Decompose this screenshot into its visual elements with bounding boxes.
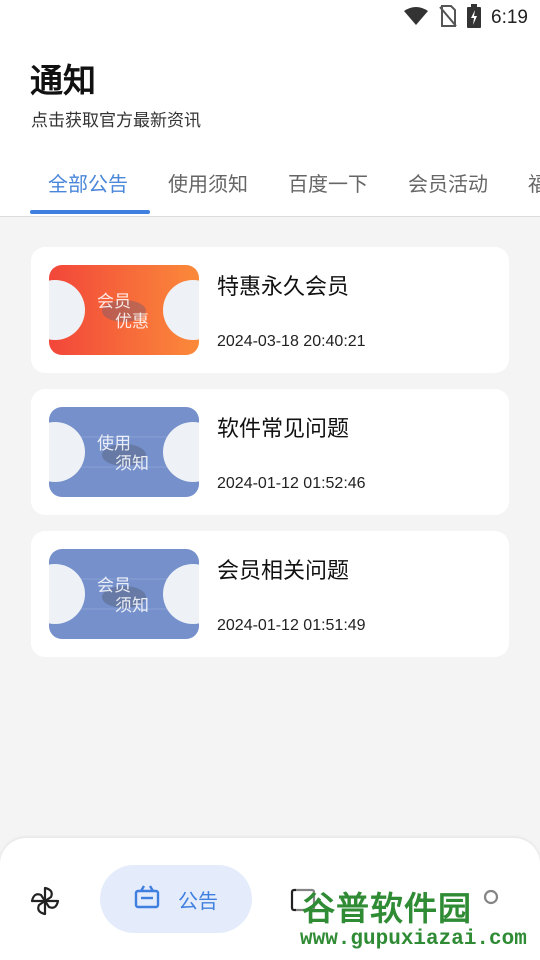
notice-thumbnail: 会员 须知 [49, 549, 199, 639]
page-title: 通知 [30, 61, 96, 100]
notice-date: 2024-03-18 20:40:21 [217, 333, 366, 350]
notice-card[interactable]: 使用 须知 软件常见问题 2024-01-12 01:52:46 [31, 389, 509, 515]
tab-member-activities[interactable]: 会员活动 [408, 168, 488, 197]
notice-card[interactable]: 会员 优惠 特惠永久会员 2024-03-18 20:40:21 [31, 247, 509, 373]
status-bar: 6:19 [403, 4, 528, 32]
watermark-logo: 谷普软件园 www.gupuxiazai.com [296, 882, 540, 956]
tab-welfare[interactable]: 福 [528, 168, 540, 197]
notice-title: 特惠永久会员 [217, 275, 350, 300]
notice-date: 2024-01-12 01:52:46 [217, 475, 366, 492]
tab-bar: 全部公告 使用须知 百度一下 会员活动 福 [0, 164, 540, 216]
notice-card[interactable]: 会员 须知 会员相关问题 2024-01-12 01:51:49 [31, 531, 509, 657]
thumbnail-text: 优惠 [115, 312, 149, 332]
notice-title: 会员相关问题 [217, 559, 350, 584]
notice-date: 2024-01-12 01:51:49 [217, 617, 366, 634]
tab-baidu[interactable]: 百度一下 [288, 168, 368, 197]
notice-thumbnail: 使用 须知 [49, 407, 199, 497]
thumbnail-text: 须知 [115, 454, 149, 474]
watermark-url: www.gupuxiazai.com [300, 928, 527, 951]
tab-all-notices[interactable]: 全部公告 [48, 168, 128, 197]
tab-usage-notes[interactable]: 使用须知 [168, 168, 248, 197]
battery-charging-icon [467, 4, 482, 32]
watermark-title: 谷普软件园 [302, 889, 472, 928]
notice-title: 软件常见问题 [217, 417, 350, 442]
thumbnail-text: 须知 [115, 596, 149, 616]
nav-tab-label: 公告 [178, 888, 218, 913]
notice-thumbnail: 会员 优惠 [49, 265, 199, 355]
status-time: 6:19 [491, 7, 528, 28]
tab-indicator [30, 210, 150, 214]
wifi-icon [403, 6, 429, 30]
no-sim-icon [439, 5, 457, 31]
nav-tab-announcements[interactable]: 公告 [100, 865, 252, 933]
announcement-icon [134, 885, 160, 913]
header-area: 6:19 通知 点击获取官方最新资讯 全部公告 使用须知 百度一下 会员活动 福 [0, 0, 540, 217]
pinwheel-icon[interactable] [28, 884, 62, 918]
page-subtitle: 点击获取官方最新资讯 [31, 111, 201, 131]
notice-list: 会员 优惠 特惠永久会员 2024-03-18 20:40:21 使用 须知 软… [31, 247, 509, 673]
